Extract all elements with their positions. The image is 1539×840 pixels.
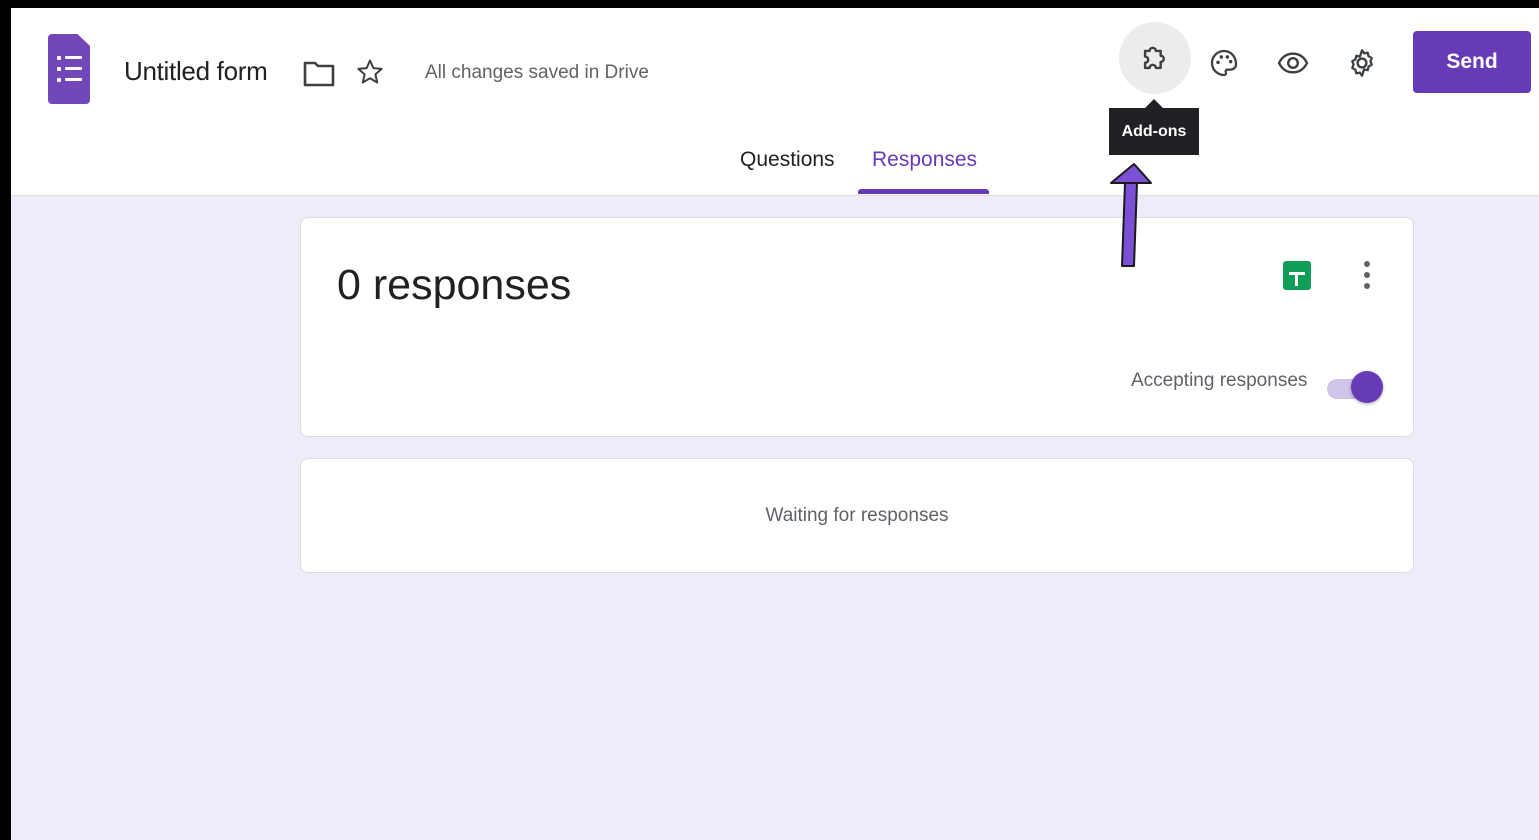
- settings-gear-icon[interactable]: [1345, 46, 1379, 80]
- app-frame: Untitled form All changes saved in Drive: [11, 8, 1539, 840]
- save-status: All changes saved in Drive: [425, 62, 649, 83]
- send-button[interactable]: Send: [1413, 31, 1531, 93]
- tab-questions[interactable]: Questions: [740, 148, 835, 172]
- preview-eye-icon[interactable]: [1276, 46, 1310, 80]
- responses-summary-card: 0 responses Accepting responses: [300, 217, 1414, 437]
- folder-icon[interactable]: [301, 56, 337, 90]
- accepting-responses-label: Accepting responses: [1131, 370, 1308, 391]
- waiting-text: Waiting for responses: [765, 505, 949, 526]
- addons-puzzle-icon[interactable]: [1137, 40, 1173, 76]
- waiting-card: Waiting for responses: [300, 458, 1414, 573]
- header: Untitled form All changes saved in Drive: [11, 8, 1539, 196]
- form-title[interactable]: Untitled form: [124, 56, 268, 87]
- tab-responses[interactable]: Responses: [872, 148, 977, 172]
- google-sheets-icon[interactable]: [1283, 261, 1311, 290]
- addons-tooltip: Add-ons: [1109, 99, 1199, 155]
- star-icon[interactable]: [353, 55, 387, 89]
- forms-logo-icon[interactable]: [48, 34, 90, 104]
- active-tab-indicator: [858, 189, 989, 194]
- accepting-responses-toggle[interactable]: [1323, 368, 1383, 408]
- palette-icon[interactable]: [1207, 46, 1241, 80]
- response-count: 0 responses: [337, 261, 572, 309]
- more-options-icon[interactable]: [1353, 258, 1381, 292]
- annotation-arrow-icon: [1110, 163, 1152, 267]
- toggle-knob: [1351, 371, 1383, 403]
